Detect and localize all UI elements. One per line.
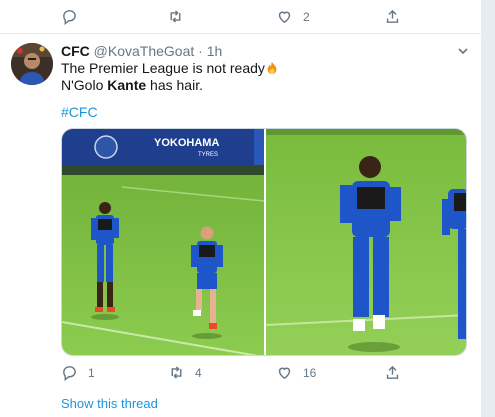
avatar[interactable] <box>11 43 53 85</box>
avatar-image <box>11 43 53 85</box>
hashtag-link[interactable]: #CFC <box>61 104 98 120</box>
tweet-actions: 1 4 16 <box>0 362 482 384</box>
like-button[interactable]: 2 <box>276 8 310 25</box>
sponsor-board-subtext: TYRES <box>198 152 218 158</box>
user-handle[interactable]: @KovaTheGoat <box>94 43 195 59</box>
fire-emoji-icon <box>267 61 277 75</box>
previous-tweet-actions: 2 <box>0 0 482 34</box>
retweet-count: 4 <box>195 365 202 380</box>
photo-left: YOKOHAMA TYRES <box>62 129 265 355</box>
retweet-button[interactable]: 4 <box>168 364 202 381</box>
tweet-line-1: The Premier League is not ready <box>61 60 279 77</box>
tweet-line-2-bold: Kante <box>107 77 147 93</box>
tweet-line-1-text: The Premier League is not ready <box>61 60 265 76</box>
reply-icon <box>63 10 76 25</box>
tweet-text: The Premier League is not ready N'Golo K… <box>61 60 279 94</box>
retweet-button[interactable] <box>167 8 194 25</box>
retweet-icon <box>170 10 181 23</box>
share-icon <box>386 9 399 23</box>
like-count: 2 <box>303 9 310 24</box>
tweet-card: 2 CFC @KovaTheGoat · 1h The Premier Leag… <box>0 0 482 417</box>
reply-count: 1 <box>88 365 95 380</box>
tweet-line-2-post: has hair. <box>146 77 203 93</box>
tweet-line-2: N'Golo Kante has hair. <box>61 77 279 94</box>
tweet-media[interactable]: YOKOHAMA TYRES <box>61 128 467 356</box>
sponsor-board-text: YOKOHAMA <box>154 137 219 149</box>
share-button[interactable] <box>384 8 401 25</box>
separator-dot: · <box>194 43 207 59</box>
share-icon <box>386 365 399 379</box>
tweet-header: CFC @KovaTheGoat · 1h <box>61 43 222 59</box>
heart-icon <box>278 367 291 380</box>
chevron-down-icon <box>458 48 468 55</box>
show-thread-link[interactable]: Show this thread <box>61 396 158 411</box>
reply-button[interactable]: 1 <box>61 364 95 381</box>
like-button[interactable]: 16 <box>276 364 316 381</box>
reply-icon <box>63 366 76 381</box>
media-photos: YOKOHAMA TYRES <box>62 129 466 355</box>
tweet-time[interactable]: 1h <box>207 43 223 59</box>
tweet-line-2-pre: N'Golo <box>61 77 108 93</box>
share-button[interactable] <box>384 364 401 381</box>
heart-icon <box>278 11 291 24</box>
like-count: 16 <box>303 365 317 380</box>
photo-right <box>265 129 466 355</box>
more-options-button[interactable] <box>457 44 469 56</box>
display-name[interactable]: CFC <box>61 43 90 59</box>
reply-button[interactable] <box>61 8 88 25</box>
retweet-icon <box>171 366 182 379</box>
